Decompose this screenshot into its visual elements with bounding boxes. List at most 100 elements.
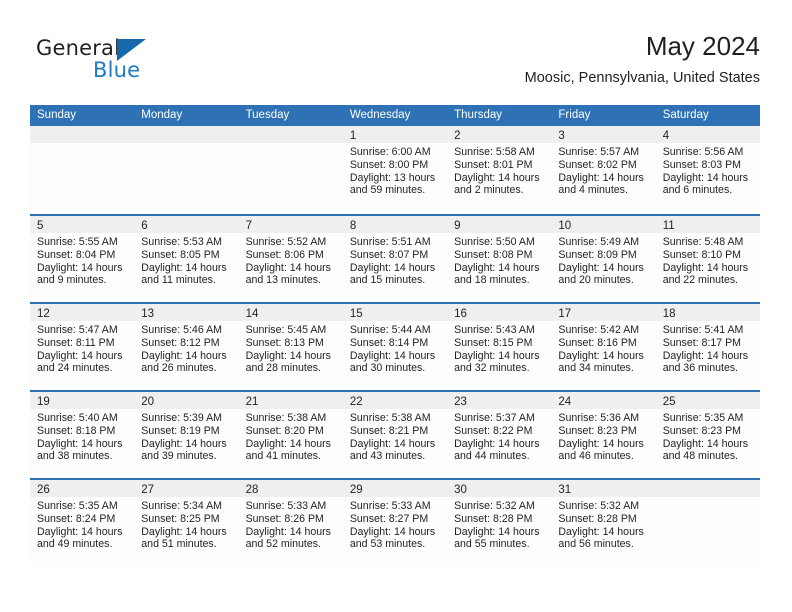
day-cell[interactable]: 16 Sunrise: 5:43 AM Sunset: 8:15 PM Dayligh… bbox=[447, 304, 552, 390]
date-number: 24 bbox=[558, 396, 572, 408]
day-details: Sunrise: 5:39 AM Sunset: 8:19 PM Daylight:… bbox=[134, 409, 238, 463]
daylight-text: Daylight: 14 hours bbox=[349, 261, 436, 274]
sunset-text: Sunset: 8:20 PM bbox=[245, 424, 324, 437]
day-cell[interactable]: 7 Sunrise: 5:52 AM Sunset: 8:06 PM Daylight… bbox=[238, 216, 343, 302]
day-cell[interactable]: 18 Sunrise: 5:41 AM Sunset: 8:17 PM Dayligh… bbox=[655, 304, 760, 390]
date-band: 7 bbox=[238, 216, 343, 233]
sunrise-text: Sunrise: 5:36 AM bbox=[558, 412, 640, 424]
day-cell[interactable]: 28 Sunrise: 5:33 AM Sunset: 8:26 PM Dayligh… bbox=[238, 480, 343, 566]
date-band: 17 bbox=[551, 304, 656, 321]
day-cell[interactable]: 21 Sunrise: 5:38 AM Sunset: 8:20 PM Dayligh… bbox=[238, 392, 343, 478]
sunset-text: Sunset: 8:15 PM bbox=[454, 336, 533, 349]
sunset-text: Sunset: 8:13 PM bbox=[245, 336, 324, 349]
day-details: Sunrise: 5:37 AM Sunset: 8:22 PM Daylight:… bbox=[447, 409, 551, 463]
sunrise-text: Sunrise: 5:48 AM bbox=[662, 236, 744, 248]
day-cell[interactable]: 13 Sunrise: 5:46 AM Sunset: 8:12 PM Dayligh… bbox=[134, 304, 239, 390]
date-number: 7 bbox=[245, 220, 252, 232]
sunset-text: Sunset: 8:17 PM bbox=[662, 336, 742, 349]
date-band: 5 bbox=[30, 216, 135, 233]
date-band: 18 bbox=[655, 304, 760, 321]
day-cell[interactable]: 14 Sunrise: 5:45 AM Sunset: 8:13 PM Dayligh… bbox=[238, 304, 343, 390]
date-band bbox=[134, 126, 239, 143]
sunrise-text: Sunrise: 5:37 AM bbox=[454, 412, 535, 424]
date-number: 11 bbox=[662, 220, 675, 232]
daylight-text-cont: and 30 minutes. bbox=[349, 362, 426, 375]
day-details: Sunrise: 5:34 AM Sunset: 8:25 PM Daylight:… bbox=[134, 497, 238, 551]
date-number: 18 bbox=[662, 308, 676, 320]
day-cell[interactable]: 25 Sunrise: 5:35 AM Sunset: 8:23 PM Dayligh… bbox=[655, 392, 760, 478]
daylight-text: Daylight: 14 hours bbox=[454, 349, 540, 362]
day-details: Sunrise: 5:44 AM Sunset: 8:14 PM Daylight:… bbox=[343, 321, 447, 375]
daylight-text: Daylight: 14 hours bbox=[558, 437, 644, 450]
day-cell[interactable]: 4 Sunrise: 5:56 AM Sunset: 8:03 PM Daylight… bbox=[655, 126, 760, 214]
date-number: 23 bbox=[454, 396, 467, 408]
sunset-text: Sunset: 8:22 PM bbox=[454, 424, 533, 437]
date-number: 3 bbox=[558, 130, 565, 142]
sunrise-text: Sunrise: 5:42 AM bbox=[558, 324, 640, 336]
sunset-text: Sunset: 8:07 PM bbox=[349, 248, 429, 261]
daylight-text: Daylight: 14 hours bbox=[37, 437, 123, 450]
date-number: 17 bbox=[558, 308, 572, 320]
day-cell[interactable]: 29 Sunrise: 5:33 AM Sunset: 8:27 PM Dayligh… bbox=[342, 480, 448, 566]
daylight-text: Daylight: 14 hours bbox=[141, 349, 227, 362]
sunset-text: Sunset: 8:23 PM bbox=[662, 424, 742, 437]
daylight-text-cont: and 24 minutes. bbox=[37, 362, 113, 375]
sunset-text: Sunset: 8:21 PM bbox=[349, 424, 429, 437]
sunrise-text: Sunrise: 5:49 AM bbox=[558, 236, 640, 248]
daylight-text-cont: and 52 minutes. bbox=[245, 538, 321, 551]
day-details bbox=[239, 143, 343, 146]
date-number: 14 bbox=[245, 308, 259, 320]
day-cell[interactable]: 9 Sunrise: 5:50 AM Sunset: 8:08 PM Daylight… bbox=[447, 216, 552, 302]
date-number: 12 bbox=[37, 308, 50, 320]
daylight-text-cont: and 38 minutes. bbox=[37, 450, 113, 463]
day-cell[interactable]: 6 Sunrise: 5:53 AM Sunset: 8:05 PM Daylight… bbox=[134, 216, 239, 302]
day-cell[interactable]: 17 Sunrise: 5:42 AM Sunset: 8:16 PM Dayligh… bbox=[551, 304, 656, 390]
sunset-text: Sunset: 8:10 PM bbox=[662, 248, 742, 261]
day-cell[interactable]: 12 Sunrise: 5:47 AM Sunset: 8:11 PM Dayligh… bbox=[30, 304, 135, 390]
daylight-text-cont: and 4 minutes. bbox=[558, 184, 628, 197]
daylight-text: Daylight: 14 hours bbox=[245, 525, 331, 538]
day-cell[interactable]: 24 Sunrise: 5:36 AM Sunset: 8:23 PM Dayligh… bbox=[551, 392, 656, 478]
day-cell[interactable]: 26 Sunrise: 5:35 AM Sunset: 8:24 PM Dayligh… bbox=[30, 480, 135, 566]
day-cell[interactable]: 27 Sunrise: 5:34 AM Sunset: 8:25 PM Dayligh… bbox=[134, 480, 239, 566]
day-cell[interactable]: 1 Sunrise: 6:00 AM Sunset: 8:00 PM Daylight… bbox=[342, 126, 448, 214]
day-cell[interactable]: 31 Sunrise: 5:32 AM Sunset: 8:28 PM Dayligh… bbox=[551, 480, 656, 566]
day-cell[interactable]: 19 Sunrise: 5:40 AM Sunset: 8:18 PM Dayligh… bbox=[30, 392, 135, 478]
date-band: 30 bbox=[447, 480, 552, 497]
day-details: Sunrise: 5:53 AM Sunset: 8:05 PM Daylight:… bbox=[134, 233, 238, 287]
week-row: 12 Sunrise: 5:47 AM Sunset: 8:11 PM Dayligh… bbox=[30, 302, 760, 390]
daylight-text-cont: and 51 minutes. bbox=[141, 538, 217, 551]
daylight-text: Daylight: 14 hours bbox=[558, 525, 644, 538]
day-cell[interactable]: 22 Sunrise: 5:38 AM Sunset: 8:21 PM Dayligh… bbox=[342, 392, 448, 478]
sunrise-text: Sunrise: 5:45 AM bbox=[245, 324, 327, 336]
daylight-text: Daylight: 14 hours bbox=[558, 171, 644, 184]
daylight-text: Daylight: 14 hours bbox=[558, 261, 644, 274]
daylight-text: Daylight: 14 hours bbox=[662, 171, 749, 184]
sunset-text: Sunset: 8:06 PM bbox=[245, 248, 324, 261]
sunset-text: Sunset: 8:27 PM bbox=[349, 512, 429, 525]
day-details: Sunrise: 5:43 AM Sunset: 8:15 PM Daylight:… bbox=[447, 321, 551, 375]
day-cell[interactable]: 30 Sunrise: 5:32 AM Sunset: 8:28 PM Dayligh… bbox=[447, 480, 552, 566]
day-cell[interactable]: 20 Sunrise: 5:39 AM Sunset: 8:19 PM Dayligh… bbox=[134, 392, 239, 478]
day-details: Sunrise: 5:35 AM Sunset: 8:23 PM Daylight:… bbox=[656, 409, 760, 463]
day-cell[interactable]: 3 Sunrise: 5:57 AM Sunset: 8:02 PM Daylight… bbox=[551, 126, 656, 214]
date-number: 25 bbox=[662, 396, 676, 408]
day-details bbox=[656, 497, 760, 500]
sunrise-text: Sunrise: 5:55 AM bbox=[37, 236, 118, 248]
date-band bbox=[238, 126, 343, 143]
day-cell[interactable]: 2 Sunrise: 5:58 AM Sunset: 8:01 PM Daylight… bbox=[447, 126, 552, 214]
daylight-text-cont: and 28 minutes. bbox=[245, 362, 321, 375]
day-cell[interactable]: 5 Sunrise: 5:55 AM Sunset: 8:04 PM Daylight… bbox=[30, 216, 135, 302]
day-cell[interactable]: 10 Sunrise: 5:49 AM Sunset: 8:09 PM Dayligh… bbox=[551, 216, 656, 302]
date-band: 3 bbox=[551, 126, 656, 143]
daylight-text: Daylight: 14 hours bbox=[245, 261, 331, 274]
day-cell[interactable]: 15 Sunrise: 5:44 AM Sunset: 8:14 PM Dayligh… bbox=[342, 304, 448, 390]
sunset-text: Sunset: 8:25 PM bbox=[141, 512, 220, 525]
day-cell[interactable]: 11 Sunrise: 5:48 AM Sunset: 8:10 PM Dayligh… bbox=[655, 216, 760, 302]
date-band: 9 bbox=[447, 216, 552, 233]
day-cell[interactable]: 23 Sunrise: 5:37 AM Sunset: 8:22 PM Dayligh… bbox=[447, 392, 552, 478]
sunrise-text: Sunrise: 5:53 AM bbox=[141, 236, 222, 248]
day-details: Sunrise: 5:47 AM Sunset: 8:11 PM Daylight:… bbox=[30, 321, 134, 375]
day-cell[interactable]: 8 Sunrise: 5:51 AM Sunset: 8:07 PM Daylight… bbox=[342, 216, 448, 302]
daylight-text: Daylight: 14 hours bbox=[662, 261, 749, 274]
